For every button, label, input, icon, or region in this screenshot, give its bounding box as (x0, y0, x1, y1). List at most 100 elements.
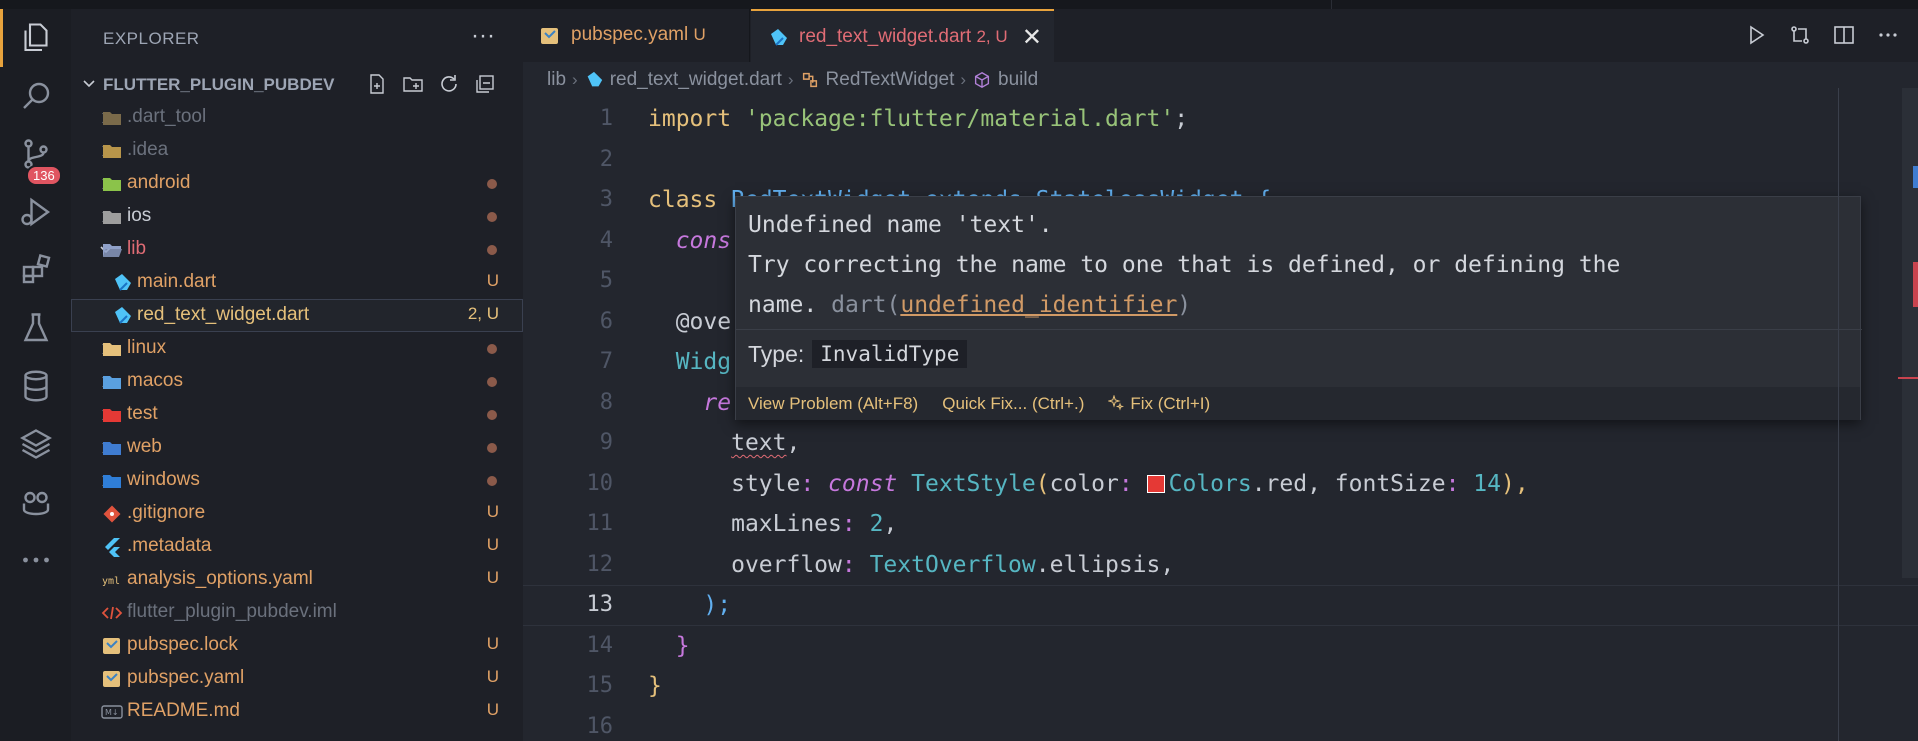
tree-item-android[interactable]: android (71, 167, 523, 200)
dart-file-icon (111, 305, 133, 327)
line-number: 3 (599, 187, 613, 212)
workspace-root[interactable]: FLUTTER_PLUGIN_PUBDEV (71, 68, 523, 101)
folder-icon (101, 437, 123, 459)
tree-item-label: test (127, 403, 158, 424)
breadcrumb-folder[interactable]: lib (547, 69, 566, 91)
breadcrumb-file[interactable]: red_text_widget.dart (610, 69, 782, 91)
tree-item-label: README.md (127, 700, 240, 721)
new-file-icon[interactable] (365, 72, 389, 96)
color-swatch[interactable] (1146, 474, 1165, 493)
compare-changes-icon[interactable] (1788, 23, 1812, 47)
xml-file-icon (101, 602, 123, 624)
modified-dot (487, 476, 497, 486)
tab-pubspec-yaml[interactable]: pubspec.yaml U (523, 9, 750, 62)
explorer-actions (365, 72, 497, 96)
tree-item-analysis-options-yaml[interactable]: yml analysis_options.yaml U (71, 563, 523, 596)
tree-item-label: .metadata (127, 535, 212, 556)
folder-icon (101, 140, 123, 162)
code-line: maxLines: 2, (731, 511, 898, 537)
close-icon[interactable]: ✕ (1022, 23, 1042, 52)
tree-item-red-text-widget-dart[interactable]: red_text_widget.dart 2, U (71, 299, 523, 332)
tree-item-web[interactable]: web (71, 431, 523, 464)
tree-item-pubspec-yaml[interactable]: pubspec.yaml U (71, 662, 523, 695)
md-file-icon: M↓ (101, 701, 123, 723)
diagnostic-code-link[interactable]: undefined_identifier (900, 292, 1177, 318)
git-status-badge: U (486, 700, 499, 719)
tree-item-windows[interactable]: windows (71, 464, 523, 497)
refresh-icon[interactable] (437, 72, 461, 96)
tree-item-flutter-plugin-pubdev-iml[interactable]: flutter_plugin_pubdev.iml (71, 596, 523, 629)
git-status-badge: U (486, 271, 499, 290)
tree-item-ios[interactable]: ios (71, 200, 523, 233)
tree-item-label: ios (127, 205, 152, 226)
class-symbol-icon (802, 72, 817, 88)
breadcrumb: lib › red_text_widget.dart › RedTextWidg… (547, 67, 1038, 93)
more-icon[interactable] (0, 531, 71, 589)
new-folder-icon[interactable] (401, 72, 425, 96)
tab-bar: pubspec.yaml U red_text_widget.dart 2, U… (523, 9, 1918, 62)
line-number-gutter: 1 2 3 4 5 6 7 8 9 10 11 12 13 14 15 16 (523, 99, 614, 741)
run-icon[interactable] (1744, 23, 1768, 47)
line-number: 12 (586, 551, 614, 577)
modified-dot (487, 245, 497, 255)
folder-icon (101, 470, 123, 492)
tree-item-gitignore[interactable]: .gitignore U (71, 497, 523, 530)
sparkle-icon (1107, 393, 1125, 411)
editor-more-icon[interactable] (1876, 23, 1900, 47)
view-problem-button[interactable]: View Problem (Alt+F8) (748, 394, 918, 414)
breadcrumb-method[interactable]: build (998, 69, 1038, 91)
tree-item-main-dart[interactable]: main.dart U (71, 266, 523, 299)
explorer-icon[interactable] (0, 9, 71, 67)
tree-item-dart-tool[interactable]: .dart_tool (71, 101, 523, 134)
collapse-all-icon[interactable] (473, 72, 497, 96)
code-line: text, (731, 430, 801, 456)
split-editor-icon[interactable] (1832, 23, 1856, 47)
modified-dot (487, 377, 497, 387)
dart-file-icon (771, 29, 787, 46)
tree-item-lib[interactable]: lib (71, 233, 523, 266)
run-debug-icon[interactable] (0, 183, 71, 241)
line-number: 1 (599, 106, 613, 131)
search-icon[interactable] (0, 67, 71, 125)
tree-item-label: web (127, 436, 162, 457)
tree-item-label: .dart_tool (127, 106, 207, 127)
tree-item-macos[interactable]: macos (71, 365, 523, 398)
line-number: 9 (599, 430, 613, 455)
git-file-icon (101, 503, 123, 525)
vertical-scrollbar[interactable] (1902, 88, 1918, 578)
overview-ruler-error-marker (1898, 377, 1918, 379)
tree-item-readme-md[interactable]: M↓ README.md U (71, 695, 523, 728)
code-line: ); (703, 592, 732, 618)
copilot-icon[interactable] (0, 473, 71, 531)
layers-icon[interactable] (0, 415, 71, 473)
hover-divider (736, 329, 1862, 330)
error-hover-popup: Undefined name 'text'. Try correcting th… (735, 196, 1862, 420)
chevron-right-icon: › (572, 70, 578, 89)
modified-dot (487, 443, 497, 453)
more-actions-icon[interactable]: ··· (471, 22, 495, 50)
quick-fix-button[interactable]: Quick Fix... (Ctrl+.) (942, 394, 1084, 414)
tree-item-metadata[interactable]: .metadata U (71, 530, 523, 563)
testing-icon[interactable] (0, 299, 71, 357)
breadcrumb-class[interactable]: RedTextWidget (826, 69, 955, 91)
tree-item-idea[interactable]: .idea (71, 134, 523, 167)
tree-item-linux[interactable]: linux (71, 332, 523, 365)
ai-fix-button[interactable]: Fix (Ctrl+I) (1107, 393, 1210, 414)
explorer-title: EXPLORER (103, 29, 200, 48)
folder-icon (101, 206, 123, 228)
tree-item-pubspec-lock[interactable]: pubspec.lock U (71, 629, 523, 662)
line-number: 4 (599, 227, 613, 253)
line-number: 8 (599, 389, 613, 415)
editor-ruler (1838, 88, 1839, 741)
source-control-icon[interactable]: 136 (0, 125, 71, 186)
tab-red-text-widget[interactable]: red_text_widget.dart 2, U ✕ (751, 9, 1054, 62)
folder-icon (101, 404, 123, 426)
tree-item-label: .gitignore (127, 502, 206, 523)
hover-actions: View Problem (Alt+F8) Quick Fix... (Ctrl… (736, 387, 1860, 420)
overview-ruler-info-marker (1913, 166, 1918, 188)
tree-item-label: pubspec.yaml (127, 667, 245, 688)
tree-item-test[interactable]: test (71, 398, 523, 431)
database-icon[interactable] (0, 357, 71, 415)
yaml-file-icon (541, 28, 558, 44)
extensions-icon[interactable] (0, 241, 71, 299)
